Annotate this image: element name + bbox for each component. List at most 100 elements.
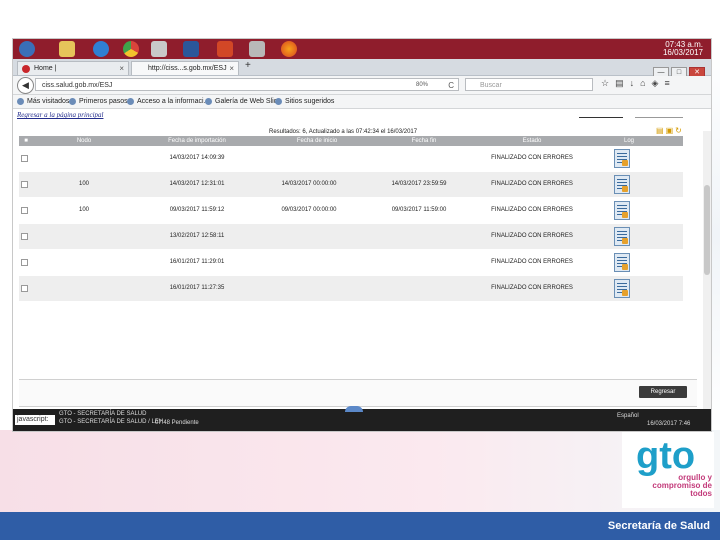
refresh-icon[interactable]: ↻ [675,126,684,135]
bookmark-label: Galería de Web Slice [215,98,282,105]
bookmark-icon [127,98,134,105]
bookmark-icon [205,98,212,105]
address-bar[interactable]: ciss.salud.gob.mx/ESJ 80% C [35,78,459,91]
return-home-link[interactable]: Regresar a la página principal [17,111,103,119]
download-icon[interactable]: ↓ [630,78,641,88]
table-row[interactable]: 16/01/2017 11:29:01 FINALIZADO CON ERRORE… [19,250,683,276]
tab-ciss[interactable]: http://ciss...s.gob.mx/ESJ × [131,61,239,75]
log-icon[interactable] [614,227,630,246]
cell-nodo: 100 [78,181,89,187]
chrome-window-icon[interactable] [151,41,167,57]
scrollbar-thumb[interactable] [704,185,710,275]
tool-icon[interactable] [249,41,265,57]
log-icon[interactable] [614,253,630,272]
bookmark-label: Acceso a la informaci... [137,98,210,105]
cell-importacion: 13/02/2017 12:58:11 [169,233,225,239]
log-icon[interactable] [614,149,630,168]
cell-estado: FINALIZADO CON ERRORES [491,181,573,187]
row-checkbox[interactable] [21,285,28,292]
pocket-icon[interactable]: ◈ [652,78,665,88]
search-input[interactable]: Buscar [465,78,593,91]
bookmark-label: Más visitados [27,98,70,105]
bookmark-icon [17,98,24,105]
status-indicator [345,406,363,412]
cell-importacion: 14/03/2017 14:09:39 [169,155,225,161]
cell-fin: 14/03/2017 23:59:59 [391,181,447,187]
clock-date: 16/03/2017 [662,48,703,57]
slide-pink-band [0,430,720,512]
table-row[interactable]: 16/01/2017 11:27:35 FINALIZADO CON ERRORE… [19,276,683,302]
windows-taskbar: 07:43 a.m. 16/03/2017 [13,39,711,59]
bookmark-mas-visitados[interactable]: Más visitados [17,96,69,107]
row-checkbox[interactable] [21,207,28,214]
save-icon[interactable]: ▣ [666,126,676,135]
status-datetime: 16/03/2017 7:46 [647,421,691,427]
bookmark-acceso-informacion[interactable]: Acceso a la informaci... [127,96,209,107]
row-checkbox[interactable] [21,233,28,240]
cell-estado: FINALIZADO CON ERRORES [491,207,573,213]
toolbar-icons: ☆▤↓⌂◈≡ [601,78,676,89]
chrome-icon[interactable] [123,41,139,57]
select-all-checkbox[interactable]: ■ [19,136,33,146]
bookmark-primeros-pasos[interactable]: Primeros pasos [69,96,128,107]
menu-icon[interactable]: ≡ [664,78,675,88]
star-icon[interactable]: ☆ [601,78,615,88]
status-line-2: GTO - SECRETARÍA DE SALUD / LEH [59,419,164,425]
row-checkbox[interactable] [21,259,28,266]
back-arrow-icon[interactable]: ◀ [17,77,34,94]
bookmark-web-slice[interactable]: Galería de Web Slice [205,96,281,107]
zoom-level[interactable]: 80% [416,79,428,92]
cell-importacion: 09/03/2017 11:59:12 [169,207,225,213]
table-row[interactable]: 14/03/2017 14:09:39 FINALIZADO CON ERRORE… [19,146,683,172]
reload-icon[interactable]: C [448,79,454,92]
row-checkbox[interactable] [21,155,28,162]
table-row[interactable]: 100 14/03/2017 12:31:01 14/03/2017 00:00:0… [19,172,683,198]
imports-table: ■ Nodo Fecha de importación Fecha de ini… [19,136,683,302]
row-checkbox[interactable] [21,181,28,188]
home-icon[interactable]: ⌂ [640,78,651,88]
table-row[interactable]: 13/02/2017 12:58:11 FINALIZADO CON ERRORE… [19,224,683,250]
windows-start-icon[interactable] [19,41,35,57]
new-tab-button[interactable]: + [245,60,251,71]
footer-title: Secretaría de Salud [607,520,710,532]
column-header-importacion[interactable]: Fecha de importación [137,136,257,146]
log-icon[interactable] [614,279,630,298]
taskbar-clock[interactable]: 07:43 a.m. 16/03/2017 [663,41,703,57]
table-row[interactable]: 100 09/03/2017 11:59:12 09/03/2017 00:00:0… [19,198,683,224]
export-toolbar: ▤▣↻ [656,126,684,135]
tab-close-icon[interactable]: × [229,62,234,76]
column-header-inicio[interactable]: Fecha de inicio [257,136,377,146]
tab-label: http://ciss...s.gob.mx/ESJ [148,65,227,72]
status-language[interactable]: Español [617,413,639,420]
column-header-nodo[interactable]: Nodo [39,136,129,146]
bookmark-sitios-sugeridos[interactable]: Sitios sugeridos [275,96,334,107]
cell-importacion: 16/01/2017 11:27:35 [169,285,225,291]
url-text: ciss.salud.gob.mx/ESJ [42,82,113,89]
word-icon[interactable] [183,41,199,57]
log-icon[interactable] [614,201,630,220]
column-header-log[interactable]: Log [609,136,649,146]
cell-estado: FINALIZADO CON ERRORES [491,285,573,291]
column-header-estado[interactable]: Estado [477,136,587,146]
reading-list-icon[interactable]: ▤ [615,78,630,88]
cell-estado: FINALIZADO CON ERRORES [491,155,573,161]
log-icon[interactable] [614,175,630,194]
cell-importacion: 14/03/2017 12:31:01 [169,181,225,187]
scrollbar[interactable] [703,131,711,409]
tab-close-icon[interactable]: × [119,62,124,76]
tab-label: Home | [34,65,57,72]
column-header-fin[interactable]: Fecha fin [369,136,479,146]
tab-home[interactable]: Home | × [17,61,129,75]
table-body: 14/03/2017 14:09:39 FINALIZADO CON ERRORE… [19,146,683,302]
cell-estado: FINALIZADO CON ERRORES [491,233,573,239]
browser-tab-strip: Home | × http://ciss...s.gob.mx/ESJ × + … [13,59,711,79]
ie-icon[interactable] [93,41,109,57]
cell-inicio: 14/03/2017 00:00:00 [281,181,337,187]
print-icon[interactable]: ▤ [656,126,666,135]
regresar-button[interactable]: Regresar [639,386,687,398]
divider [635,117,683,118]
powerpoint-icon[interactable] [217,41,233,57]
firefox-icon[interactable] [281,41,297,57]
folder-icon[interactable] [59,41,75,57]
status-task[interactable]: 07:48 Pendiente [155,420,199,427]
